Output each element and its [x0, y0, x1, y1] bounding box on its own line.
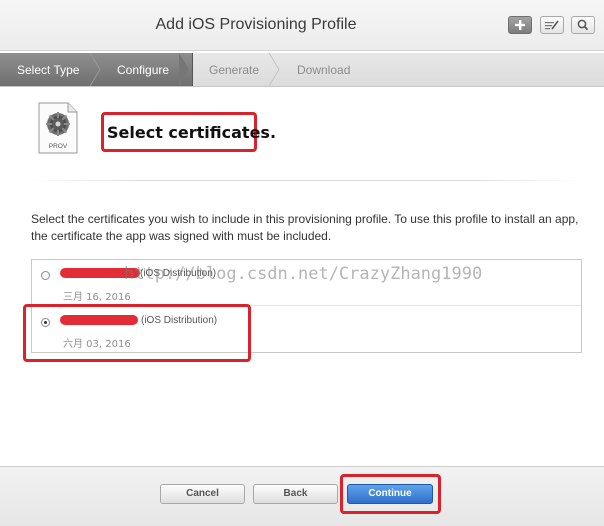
divider	[30, 180, 582, 181]
back-button[interactable]: Back	[253, 484, 338, 504]
plus-icon	[515, 20, 525, 30]
edit-button[interactable]	[540, 16, 564, 34]
step-configure: Configure	[117, 63, 170, 77]
page-title: Add iOS Provisioning Profile	[155, 16, 357, 33]
instructions-text: Select the certificates you wish to incl…	[31, 212, 579, 243]
add-button[interactable]	[508, 16, 532, 34]
provisioning-profile-icon: PROV	[38, 102, 78, 154]
step-chevron-icon	[268, 53, 280, 86]
cancel-button[interactable]: Cancel	[160, 484, 245, 504]
step-select-type: Select Type	[17, 63, 80, 77]
selection-annotation-box	[23, 304, 251, 362]
search-icon	[577, 19, 589, 31]
step-generate: Generate	[209, 63, 260, 77]
step-chevron-icon	[179, 53, 189, 86]
edit-icon	[545, 20, 559, 30]
continue-annotation-box	[340, 474, 441, 514]
section-heading: Select certificates.	[107, 123, 277, 142]
search-button[interactable]	[571, 16, 595, 34]
watermark: http://blog.csdn.net/CrazyZhang1990	[124, 264, 483, 284]
step-download: Download	[297, 63, 351, 77]
svg-text:PROV: PROV	[49, 143, 68, 150]
certificate-radio[interactable]	[41, 271, 50, 280]
certificate-date: 三月 16, 2016	[63, 292, 131, 303]
step-chevron-icon	[89, 53, 101, 86]
